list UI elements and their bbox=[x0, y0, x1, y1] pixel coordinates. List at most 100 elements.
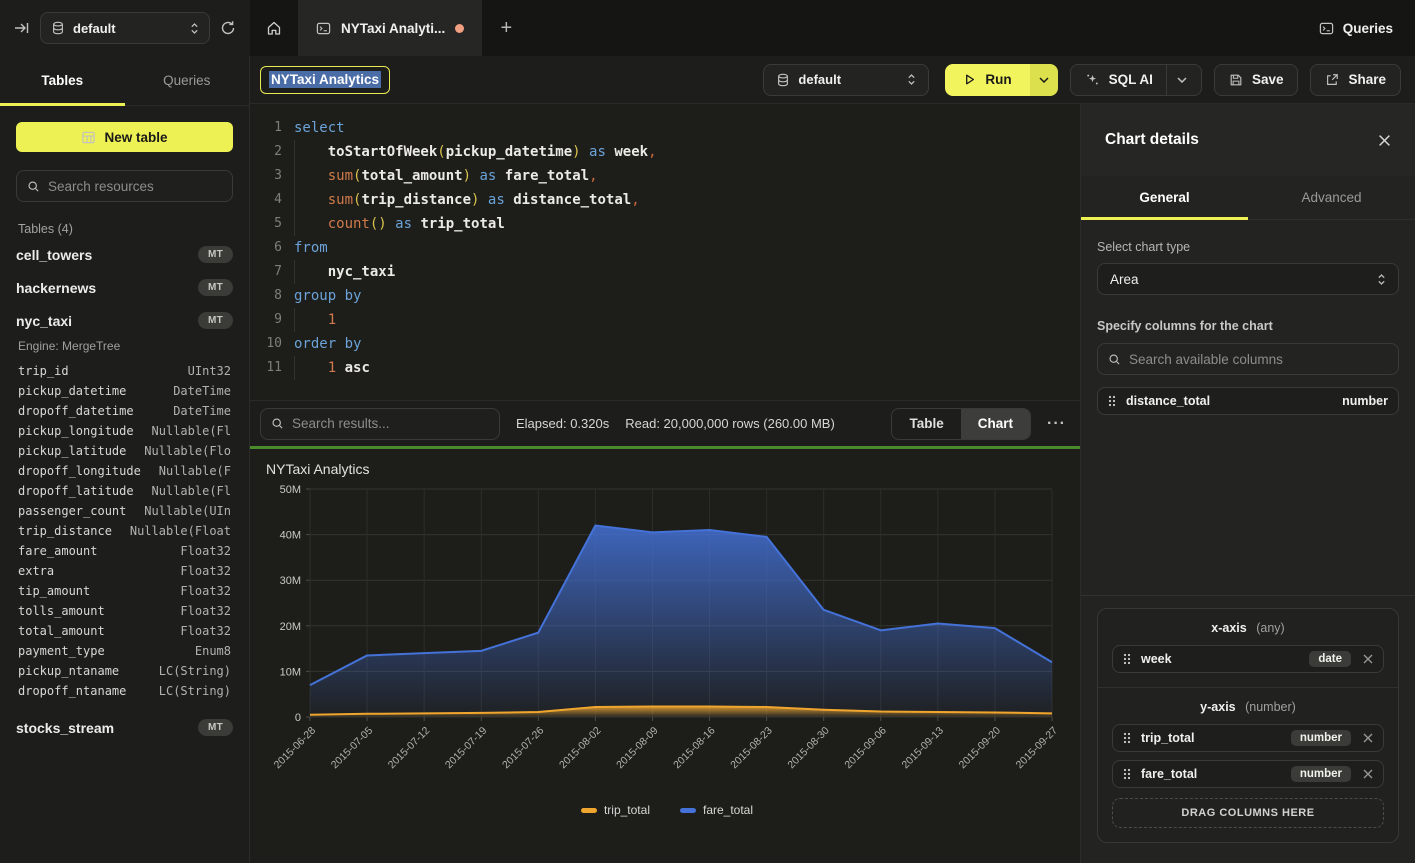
refresh-icon[interactable] bbox=[220, 20, 236, 36]
code-line[interactable]: 7 nyc_taxi bbox=[264, 260, 1080, 284]
code-line[interactable]: 6from bbox=[264, 236, 1080, 260]
column-item[interactable]: pickup_ntanameLC(String) bbox=[18, 661, 231, 681]
play-icon bbox=[963, 73, 976, 86]
results-search-input[interactable] bbox=[292, 416, 489, 431]
sql-ai-dropdown[interactable] bbox=[1166, 65, 1187, 95]
columns-search-input[interactable] bbox=[1129, 352, 1388, 367]
code-line[interactable]: 5 count() as trip_total bbox=[264, 212, 1080, 236]
sidebar-search-input[interactable] bbox=[48, 179, 222, 194]
legend-item[interactable]: fare_total bbox=[680, 803, 753, 817]
run-button[interactable]: Run bbox=[945, 64, 1029, 96]
chevron-down-icon bbox=[1039, 77, 1049, 83]
details-tab-advanced[interactable]: Advanced bbox=[1248, 176, 1415, 219]
table-name: hackernews bbox=[16, 280, 96, 296]
drag-handle-icon[interactable] bbox=[1123, 732, 1131, 744]
column-item[interactable]: pickup_latitudeNullable(Flo bbox=[18, 441, 231, 461]
home-tab[interactable] bbox=[250, 0, 298, 56]
column-item[interactable]: passenger_countNullable(UIn bbox=[18, 501, 231, 521]
chart-type-value: Area bbox=[1110, 272, 1139, 287]
column-item[interactable]: pickup_datetimeDateTime bbox=[18, 381, 231, 401]
columns-search[interactable] bbox=[1097, 343, 1399, 375]
column-chip[interactable]: fare_totalnumber bbox=[1112, 760, 1384, 788]
code-line[interactable]: 4 sum(trip_distance) as distance_total, bbox=[264, 188, 1080, 212]
share-button[interactable]: Share bbox=[1310, 64, 1401, 96]
table-item[interactable]: hackernewsMT bbox=[16, 271, 233, 304]
run-options-button[interactable] bbox=[1030, 64, 1058, 96]
drag-handle-icon[interactable] bbox=[1108, 395, 1116, 407]
column-name: pickup_latitude bbox=[18, 444, 126, 458]
code-line[interactable]: 10order by bbox=[264, 332, 1080, 356]
column-type: Float32 bbox=[180, 544, 231, 558]
search-icon bbox=[271, 417, 284, 430]
column-type: Nullable(Float bbox=[130, 524, 231, 538]
query-tab[interactable]: NYTaxi Analyti... bbox=[298, 0, 482, 56]
drop-zone[interactable]: DRAG COLUMNS HERE bbox=[1112, 798, 1384, 828]
query-title-input[interactable]: NYTaxi Analytics bbox=[260, 66, 390, 94]
drag-handle-icon[interactable] bbox=[1123, 768, 1131, 780]
code-line[interactable]: 1select bbox=[264, 116, 1080, 140]
close-icon[interactable] bbox=[1378, 134, 1391, 147]
column-item[interactable]: dropoff_latitudeNullable(Fl bbox=[18, 481, 231, 501]
table-item[interactable]: nyc_taxiMT bbox=[16, 304, 233, 337]
table-name: nyc_taxi bbox=[16, 313, 72, 329]
more-options-icon[interactable]: ··· bbox=[1047, 415, 1066, 433]
column-name: tolls_amount bbox=[18, 604, 105, 618]
chart-type-select[interactable]: Area bbox=[1097, 263, 1399, 295]
sidebar-search[interactable] bbox=[16, 170, 233, 202]
column-item[interactable]: tolls_amountFloat32 bbox=[18, 601, 231, 621]
queries-button[interactable]: Queries bbox=[1319, 21, 1393, 36]
sql-editor[interactable]: 1select2 toStartOfWeek(pickup_datetime) … bbox=[250, 104, 1080, 400]
legend-item[interactable]: trip_total bbox=[581, 803, 650, 817]
table-item[interactable]: stocks_streamMT bbox=[16, 711, 233, 744]
column-item[interactable]: tip_amountFloat32 bbox=[18, 581, 231, 601]
details-tab-general[interactable]: General bbox=[1081, 176, 1248, 219]
column-item[interactable]: payment_typeEnum8 bbox=[18, 641, 231, 661]
column-item[interactable]: fare_amountFloat32 bbox=[18, 541, 231, 561]
area-chart[interactable]: 010M20M30M40M50M2015-06-282015-07-052015… bbox=[258, 479, 1076, 801]
column-item[interactable]: trip_distanceNullable(Float bbox=[18, 521, 231, 541]
column-item[interactable]: dropoff_longitudeNullable(F bbox=[18, 461, 231, 481]
toolbar-database-selector[interactable]: default bbox=[763, 64, 929, 96]
column-name: extra bbox=[18, 564, 54, 578]
remove-icon[interactable] bbox=[1363, 654, 1373, 664]
code-line[interactable]: 11 1 asc bbox=[264, 356, 1080, 380]
code-text: sum(total_amount) as fare_total, bbox=[294, 164, 598, 188]
code-line[interactable]: 9 1 bbox=[264, 308, 1080, 332]
column-chip[interactable]: distance_totalnumber bbox=[1097, 387, 1399, 415]
code-line[interactable]: 2 toStartOfWeek(pickup_datetime) as week… bbox=[264, 140, 1080, 164]
sidebar-tab-queries[interactable]: Queries bbox=[125, 56, 250, 105]
new-tab-button[interactable]: + bbox=[482, 0, 530, 56]
table-name: cell_towers bbox=[16, 247, 92, 263]
sidebar-collapse-icon[interactable] bbox=[14, 20, 30, 36]
code-line[interactable]: 3 sum(total_amount) as fare_total, bbox=[264, 164, 1080, 188]
column-item[interactable]: total_amountFloat32 bbox=[18, 621, 231, 641]
line-number: 4 bbox=[264, 188, 282, 212]
column-item[interactable]: pickup_longitudeNullable(Fl bbox=[18, 421, 231, 441]
code-line[interactable]: 8group by bbox=[264, 284, 1080, 308]
column-chip[interactable]: weekdate bbox=[1112, 645, 1384, 673]
chart-type-label: Select chart type bbox=[1097, 240, 1399, 254]
remove-icon[interactable] bbox=[1363, 733, 1373, 743]
sidebar-tab-tables[interactable]: Tables bbox=[0, 56, 125, 105]
column-item[interactable]: extraFloat32 bbox=[18, 561, 231, 581]
view-tab-chart[interactable]: Chart bbox=[961, 409, 1030, 439]
table-item[interactable]: cell_towersMT bbox=[16, 238, 233, 271]
drag-handle-icon[interactable] bbox=[1123, 653, 1131, 665]
column-name: dropoff_latitude bbox=[18, 484, 134, 498]
chart-panel: NYTaxi Analytics 010M20M30M40M50M2015-06… bbox=[250, 449, 1080, 863]
view-tab-table[interactable]: Table bbox=[892, 409, 960, 439]
chip-name: trip_total bbox=[1141, 731, 1281, 745]
column-chip[interactable]: trip_totalnumber bbox=[1112, 724, 1384, 752]
line-number: 10 bbox=[264, 332, 282, 356]
save-button[interactable]: Save bbox=[1214, 64, 1299, 96]
results-search[interactable] bbox=[260, 408, 500, 440]
column-item[interactable]: dropoff_datetimeDateTime bbox=[18, 401, 231, 421]
sql-ai-button[interactable]: SQL AI bbox=[1070, 64, 1202, 96]
database-selector[interactable]: default bbox=[40, 12, 210, 44]
column-item[interactable]: trip_idUInt32 bbox=[18, 361, 231, 381]
column-item[interactable]: dropoff_ntanameLC(String) bbox=[18, 681, 231, 701]
column-type: DateTime bbox=[173, 404, 231, 418]
table-name: stocks_stream bbox=[16, 720, 114, 736]
remove-icon[interactable] bbox=[1363, 769, 1373, 779]
new-table-button[interactable]: New table bbox=[16, 122, 233, 152]
